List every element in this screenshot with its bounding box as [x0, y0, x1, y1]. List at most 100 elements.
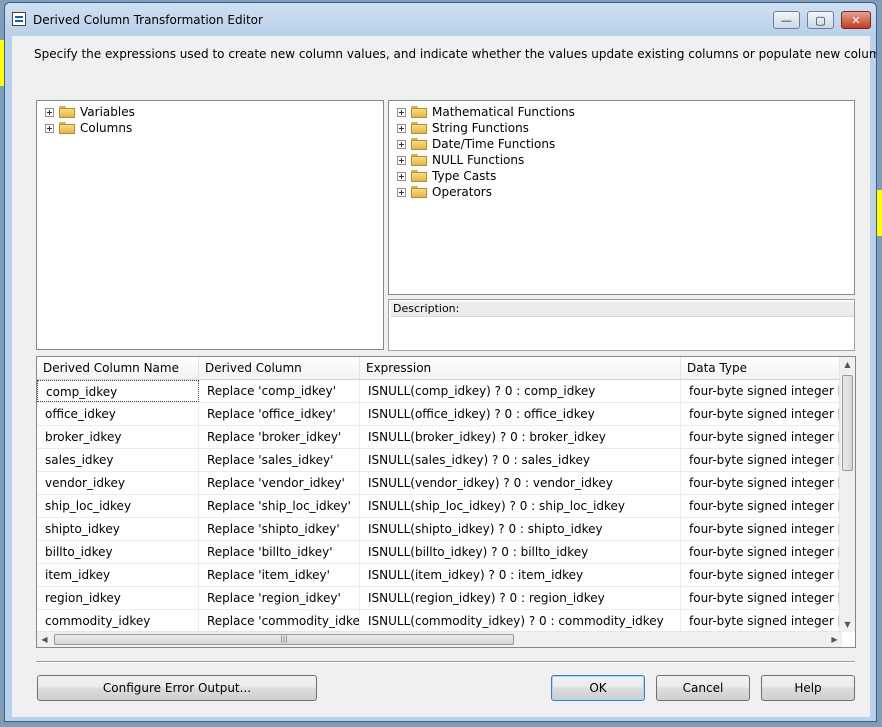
- expand-icon[interactable]: [45, 107, 54, 117]
- scroll-up-arrow-icon[interactable]: ▲: [840, 357, 855, 372]
- variables-columns-tree[interactable]: Variables Columns: [36, 100, 384, 350]
- data-type-cell[interactable]: four-byte signed integer [...: [681, 380, 842, 402]
- data-type-cell[interactable]: four-byte signed integer [...: [681, 564, 842, 586]
- table-row[interactable]: vendor_idkey Replace 'vendor_idkey' ISNULL…: [37, 472, 842, 495]
- expression-cell[interactable]: ISNULL(shipto_idkey) ? 0 : shipto_idkey: [360, 518, 681, 540]
- derived-column-cell[interactable]: Replace 'office_idkey': [199, 403, 360, 425]
- derived-column-name-cell[interactable]: broker_idkey: [37, 426, 199, 448]
- tree-node-variables[interactable]: Variables: [45, 104, 135, 120]
- derived-column-cell[interactable]: Replace 'billto_idkey': [199, 541, 360, 563]
- maximize-button[interactable]: ▢: [807, 11, 834, 29]
- tree-node-null-functions[interactable]: NULL Functions: [397, 152, 524, 168]
- expression-cell[interactable]: ISNULL(commodity_idkey) ? 0 : commodity_…: [360, 610, 681, 632]
- expression-cell[interactable]: ISNULL(broker_idkey) ? 0 : broker_idkey: [360, 426, 681, 448]
- derived-column-name-cell[interactable]: vendor_idkey: [37, 472, 199, 494]
- background-window-strip: [877, 190, 882, 236]
- data-type-cell[interactable]: four-byte signed integer [...: [681, 518, 842, 540]
- help-button[interactable]: Help: [761, 675, 855, 701]
- column-header-derived-column[interactable]: Derived Column: [199, 357, 360, 379]
- expand-icon[interactable]: [45, 123, 54, 133]
- data-type-cell[interactable]: four-byte signed integer [...: [681, 610, 842, 632]
- scroll-left-arrow-icon[interactable]: ◀: [37, 632, 52, 647]
- data-type-cell[interactable]: four-byte signed integer [...: [681, 426, 842, 448]
- expression-cell[interactable]: ISNULL(comp_idkey) ? 0 : comp_idkey: [360, 380, 681, 402]
- table-row[interactable]: comp_idkey Replace 'comp_idkey' ISNULL(com…: [37, 380, 842, 403]
- vertical-scrollbar[interactable]: ▲ ▼: [839, 357, 855, 632]
- derived-column-cell[interactable]: Replace 'commodity_idkey': [199, 610, 360, 632]
- data-type-cell[interactable]: four-byte signed integer [...: [681, 495, 842, 517]
- table-row[interactable]: billto_idkey Replace 'billto_idkey' ISNULL…: [37, 541, 842, 564]
- tree-node-columns[interactable]: Columns: [45, 120, 132, 136]
- cancel-button[interactable]: Cancel: [656, 675, 750, 701]
- instructions-text: Specify the expressions used to create n…: [34, 47, 877, 61]
- data-type-cell[interactable]: four-byte signed integer [...: [681, 403, 842, 425]
- expression-cell[interactable]: ISNULL(vendor_idkey) ? 0 : vendor_idkey: [360, 472, 681, 494]
- derived-column-name-cell[interactable]: comp_idkey: [37, 380, 199, 402]
- expression-cell[interactable]: ISNULL(billto_idkey) ? 0 : billto_idkey: [360, 541, 681, 563]
- functions-tree[interactable]: Mathematical Functions String Functions …: [388, 100, 855, 295]
- derived-column-cell[interactable]: Replace 'region_idkey': [199, 587, 360, 609]
- tree-node-label: Mathematical Functions: [432, 105, 575, 119]
- derived-column-cell[interactable]: Replace 'ship_loc_idkey': [199, 495, 360, 517]
- table-row[interactable]: shipto_idkey Replace 'shipto_idkey' ISNULL…: [37, 518, 842, 541]
- derived-column-name-cell[interactable]: item_idkey: [37, 564, 199, 586]
- table-row[interactable]: sales_idkey Replace 'sales_idkey' ISNULL(s…: [37, 449, 842, 472]
- vertical-scroll-thumb[interactable]: [842, 375, 853, 471]
- expression-cell[interactable]: ISNULL(sales_idkey) ? 0 : sales_idkey: [360, 449, 681, 471]
- data-type-cell[interactable]: four-byte signed integer [...: [681, 472, 842, 494]
- expression-cell[interactable]: ISNULL(office_idkey) ? 0 : office_idkey: [360, 403, 681, 425]
- derived-column-cell[interactable]: Replace 'sales_idkey': [199, 449, 360, 471]
- derived-column-cell[interactable]: Replace 'shipto_idkey': [199, 518, 360, 540]
- tree-node-datetime-functions[interactable]: Date/Time Functions: [397, 136, 555, 152]
- derived-column-cell[interactable]: Replace 'vendor_idkey': [199, 472, 360, 494]
- expand-icon[interactable]: [397, 155, 406, 165]
- ok-button[interactable]: OK: [551, 675, 645, 701]
- title-bar[interactable]: Derived Column Transformation Editor — ▢…: [5, 3, 876, 37]
- derived-column-name-cell[interactable]: ship_loc_idkey: [37, 495, 199, 517]
- table-row[interactable]: office_idkey Replace 'office_idkey' ISNULL…: [37, 403, 842, 426]
- derived-column-cell[interactable]: Replace 'broker_idkey': [199, 426, 360, 448]
- close-button[interactable]: ✕: [841, 11, 871, 29]
- expand-icon[interactable]: [397, 171, 406, 181]
- scroll-right-arrow-icon[interactable]: ▶: [827, 632, 842, 647]
- expression-cell[interactable]: ISNULL(item_idkey) ? 0 : item_idkey: [360, 564, 681, 586]
- data-type-cell[interactable]: four-byte signed integer [...: [681, 587, 842, 609]
- expand-icon[interactable]: [397, 187, 406, 197]
- minimize-button[interactable]: —: [773, 11, 800, 29]
- derived-column-name-cell[interactable]: office_idkey: [37, 403, 199, 425]
- expand-icon[interactable]: [397, 123, 406, 133]
- expand-icon[interactable]: [397, 107, 406, 117]
- tree-node-label: Type Casts: [432, 169, 497, 183]
- tree-node-mathematical-functions[interactable]: Mathematical Functions: [397, 104, 575, 120]
- table-row[interactable]: commodity_idkey Replace 'commodity_idkey'…: [37, 610, 842, 633]
- table-row[interactable]: broker_idkey Replace 'broker_idkey' ISNULL…: [37, 426, 842, 449]
- column-header-expression[interactable]: Expression: [360, 357, 681, 379]
- derived-columns-grid[interactable]: Derived Column Name Derived Column Expre…: [36, 356, 856, 648]
- expression-cell[interactable]: ISNULL(ship_loc_idkey) ? 0 : ship_loc_id…: [360, 495, 681, 517]
- data-type-cell[interactable]: four-byte signed integer [...: [681, 449, 842, 471]
- column-header-data-type[interactable]: Data Type: [681, 357, 842, 379]
- table-row[interactable]: region_idkey Replace 'region_idkey' ISNULL…: [37, 587, 842, 610]
- grid-header: Derived Column Name Derived Column Expre…: [37, 357, 842, 380]
- derived-column-cell[interactable]: Replace 'item_idkey': [199, 564, 360, 586]
- tree-node-type-casts[interactable]: Type Casts: [397, 168, 496, 184]
- tree-node-operators[interactable]: Operators: [397, 184, 492, 200]
- data-type-cell[interactable]: four-byte signed integer [...: [681, 541, 842, 563]
- derived-column-cell[interactable]: Replace 'comp_idkey': [199, 380, 360, 402]
- column-header-derived-column-name[interactable]: Derived Column Name: [37, 357, 199, 379]
- derived-column-name-cell[interactable]: billto_idkey: [37, 541, 199, 563]
- derived-column-name-cell[interactable]: shipto_idkey: [37, 518, 199, 540]
- tree-node-string-functions[interactable]: String Functions: [397, 120, 529, 136]
- derived-column-name-cell[interactable]: sales_idkey: [37, 449, 199, 471]
- derived-column-name-cell[interactable]: commodity_idkey: [37, 610, 199, 632]
- table-row[interactable]: ship_loc_idkey Replace 'ship_loc_idkey' IS…: [37, 495, 842, 518]
- horizontal-scrollbar[interactable]: ◀ ||| ▶: [37, 631, 842, 647]
- folder-icon: [59, 106, 75, 118]
- table-row[interactable]: item_idkey Replace 'item_idkey' ISNULL(ite…: [37, 564, 842, 587]
- expression-cell[interactable]: ISNULL(region_idkey) ? 0 : region_idkey: [360, 587, 681, 609]
- horizontal-scroll-thumb[interactable]: |||: [54, 634, 514, 645]
- scroll-down-arrow-icon[interactable]: ▼: [840, 617, 855, 632]
- expand-icon[interactable]: [397, 139, 406, 149]
- derived-column-name-cell[interactable]: region_idkey: [37, 587, 199, 609]
- configure-error-output-button[interactable]: Configure Error Output...: [37, 675, 317, 701]
